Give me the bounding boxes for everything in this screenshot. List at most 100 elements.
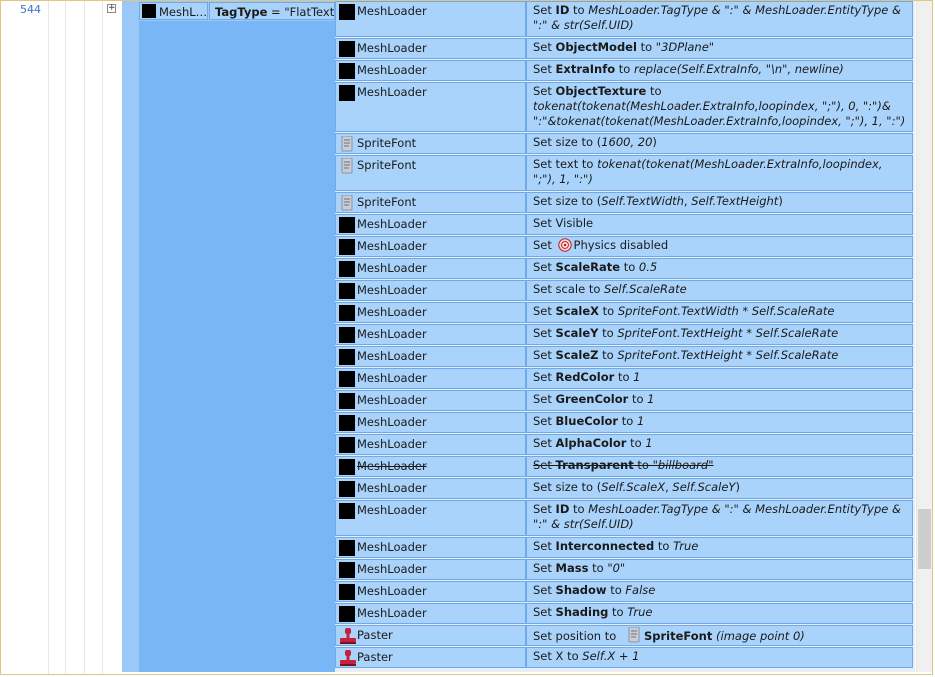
action-object-cell[interactable]: SpriteFont — [335, 192, 526, 213]
action-object-cell[interactable]: MeshLoader — [335, 603, 526, 624]
action-row[interactable]: MeshLoader Set Mass to "0" — [335, 559, 913, 580]
action-row[interactable]: MeshLoader Set ScaleRate to 0.5 — [335, 258, 913, 279]
action-row[interactable]: MeshLoader Set GreenColor to 1 — [335, 390, 913, 411]
action-object-cell[interactable]: MeshLoader — [335, 60, 526, 81]
action-row[interactable]: MeshLoader Set RedColor to 1 — [335, 368, 913, 389]
action-row[interactable]: Paster Set X to Self.X + 1 — [335, 647, 913, 668]
action-description-cell[interactable]: Set position to SpriteFont (image point … — [526, 625, 913, 646]
action-row[interactable]: SpriteFont Set size to (1600, 20) — [335, 133, 913, 154]
action-description-cell[interactable]: Set ScaleX to SpriteFont.TextWidth * Sel… — [526, 302, 913, 323]
action-object-cell[interactable]: MeshLoader — [335, 324, 526, 345]
action-object-cell[interactable]: MeshLoader — [335, 38, 526, 59]
action-object-name: MeshLoader — [357, 239, 427, 253]
action-object-cell[interactable]: MeshLoader — [335, 581, 526, 602]
action-description-cell[interactable]: Set Physics disabled — [526, 236, 913, 257]
action-row[interactable]: MeshLoader Set Visible — [335, 214, 913, 235]
action-object-cell[interactable]: MeshLoader — [335, 412, 526, 433]
action-description-cell[interactable]: Set scale to Self.ScaleRate — [526, 280, 913, 301]
action-object-cell[interactable]: MeshLoader — [335, 236, 526, 257]
action-row[interactable]: MeshLoader Set Shading to True — [335, 603, 913, 624]
action-description-cell[interactable]: Set Visible — [526, 214, 913, 235]
action-object-cell[interactable]: MeshLoader — [335, 390, 526, 411]
action-description: Set Shadow to False — [533, 583, 655, 597]
action-description-cell[interactable]: Set X to Self.X + 1 — [526, 647, 913, 668]
condition-cell[interactable]: TagType = "FlatText" — [209, 2, 340, 20]
action-object-cell[interactable]: MeshLoader — [335, 537, 526, 558]
action-description-cell[interactable]: Set ID to MeshLoader.TagType & ":" & Mes… — [526, 500, 913, 536]
action-row[interactable]: SpriteFont Set text to tokenat(tokenat(Me… — [335, 155, 913, 191]
action-text-part: Self.TextWidth — [601, 194, 684, 208]
action-text-part: 1 — [647, 392, 655, 406]
expand-toggle-icon[interactable]: + — [107, 4, 116, 13]
action-text-part: to — [615, 62, 634, 76]
action-description-cell[interactable]: Set ScaleZ to SpriteFont.TextHeight * Se… — [526, 346, 913, 367]
action-text-part: ObjectModel — [555, 40, 637, 54]
action-object-cell[interactable]: SpriteFont — [335, 155, 526, 191]
action-text-part: Set — [533, 605, 556, 619]
action-object-name: MeshLoader — [357, 481, 427, 495]
action-description-cell[interactable]: Set ScaleY to SpriteFont.TextHeight * Se… — [526, 324, 913, 345]
action-description-cell[interactable]: Set BlueColor to 1 — [526, 412, 913, 433]
action-object-cell[interactable]: SpriteFont — [335, 133, 526, 154]
action-description-cell[interactable]: Set ObjectTexture to tokenat(tokenat(Mes… — [526, 82, 913, 132]
action-object-cell[interactable]: MeshLoader — [335, 559, 526, 580]
action-description-cell[interactable]: Set ExtraInfo to replace(Self.ExtraInfo,… — [526, 60, 913, 81]
action-description-cell[interactable]: Set Shadow to False — [526, 581, 913, 602]
action-row[interactable]: MeshLoader Set Transparent to "billboard" — [335, 456, 913, 477]
action-object-cell[interactable]: MeshLoader — [335, 258, 526, 279]
action-description-cell[interactable]: Set RedColor to 1 — [526, 368, 913, 389]
action-object-cell[interactable]: MeshLoader — [335, 302, 526, 323]
action-object-cell[interactable]: Paster — [335, 625, 526, 646]
action-object-cell[interactable]: MeshLoader — [335, 280, 526, 301]
action-description-cell[interactable]: Set text to tokenat(tokenat(MeshLoader.E… — [526, 155, 913, 191]
action-row[interactable]: MeshLoader Set scale to Self.ScaleRate — [335, 280, 913, 301]
action-description-cell[interactable]: Set size to (Self.ScaleX, Self.ScaleY) — [526, 478, 913, 499]
action-description-cell[interactable]: Set GreenColor to 1 — [526, 390, 913, 411]
black-square-icon — [339, 239, 355, 255]
vertical-scrollbar[interactable] — [916, 1, 932, 672]
action-description-cell[interactable]: Set Interconnected to True — [526, 537, 913, 558]
action-text-part: to — [598, 326, 618, 340]
action-row[interactable]: Paster Set position to SpriteFont (image … — [335, 625, 913, 646]
action-row[interactable]: MeshLoader Set BlueColor to 1 — [335, 412, 913, 433]
action-row[interactable]: MeshLoader Set Interconnected to True — [335, 537, 913, 558]
action-row[interactable]: MeshLoader Set ObjectModel to "3DPlane" — [335, 38, 913, 59]
action-row[interactable]: MeshLoader Set ScaleX to SpriteFont.TextW… — [335, 302, 913, 323]
scrollbar-thumb[interactable] — [918, 509, 931, 569]
action-row[interactable]: MeshLoader Set ID to MeshLoader.TagType &… — [335, 1, 913, 37]
action-row[interactable]: SpriteFont Set size to (Self.TextWidth, S… — [335, 192, 913, 213]
action-row[interactable]: MeshLoader Set Shadow to False — [335, 581, 913, 602]
action-object-cell[interactable]: MeshLoader — [335, 456, 526, 477]
action-object-cell[interactable]: MeshLoader — [335, 346, 526, 367]
action-description-cell[interactable]: Set Transparent to "billboard" — [526, 456, 913, 477]
event-body[interactable] — [139, 21, 335, 672]
action-description-cell[interactable]: Set Mass to "0" — [526, 559, 913, 580]
action-row[interactable]: MeshLoader Set ExtraInfo to replace(Self.… — [335, 60, 913, 81]
action-object-cell[interactable]: MeshLoader — [335, 214, 526, 235]
action-description-cell[interactable]: Set ScaleRate to 0.5 — [526, 258, 913, 279]
action-object-cell[interactable]: MeshLoader — [335, 82, 526, 132]
action-row[interactable]: MeshLoader Set size to (Self.ScaleX, Self… — [335, 478, 913, 499]
action-object-cell[interactable]: Paster — [335, 647, 526, 668]
action-row[interactable]: MeshLoader Set ScaleY to SpriteFont.TextH… — [335, 324, 913, 345]
action-row[interactable]: MeshLoader Set Physics disabled — [335, 236, 913, 257]
action-description-cell[interactable]: Set ObjectModel to "3DPlane" — [526, 38, 913, 59]
action-object-cell[interactable]: MeshLoader — [335, 478, 526, 499]
action-description-cell[interactable]: Set ID to MeshLoader.TagType & ":" & Mes… — [526, 1, 913, 37]
action-object-cell[interactable]: MeshLoader — [335, 434, 526, 455]
action-object-cell[interactable]: MeshLoader — [335, 500, 526, 536]
action-row[interactable]: MeshLoader Set ObjectTexture to tokenat(t… — [335, 82, 913, 132]
condition-object-cell[interactable]: MeshL… — [139, 2, 208, 20]
condition-operator: = — [267, 5, 285, 19]
action-description-cell[interactable]: Set size to (Self.TextWidth, Self.TextHe… — [526, 192, 913, 213]
action-object-cell[interactable]: MeshLoader — [335, 1, 526, 37]
action-row[interactable]: MeshLoader Set AlphaColor to 1 — [335, 434, 913, 455]
action-row[interactable]: MeshLoader Set ID to MeshLoader.TagType &… — [335, 500, 913, 536]
action-row[interactable]: MeshLoader Set ScaleZ to SpriteFont.TextH… — [335, 346, 913, 367]
action-description-cell[interactable]: Set AlphaColor to 1 — [526, 434, 913, 455]
action-text-part: RedColor — [555, 370, 615, 384]
action-description-cell[interactable]: Set size to (1600, 20) — [526, 133, 913, 154]
action-description-cell[interactable]: Set Shading to True — [526, 603, 913, 624]
action-object-cell[interactable]: MeshLoader — [335, 368, 526, 389]
action-description: Set RedColor to 1 — [533, 370, 640, 384]
